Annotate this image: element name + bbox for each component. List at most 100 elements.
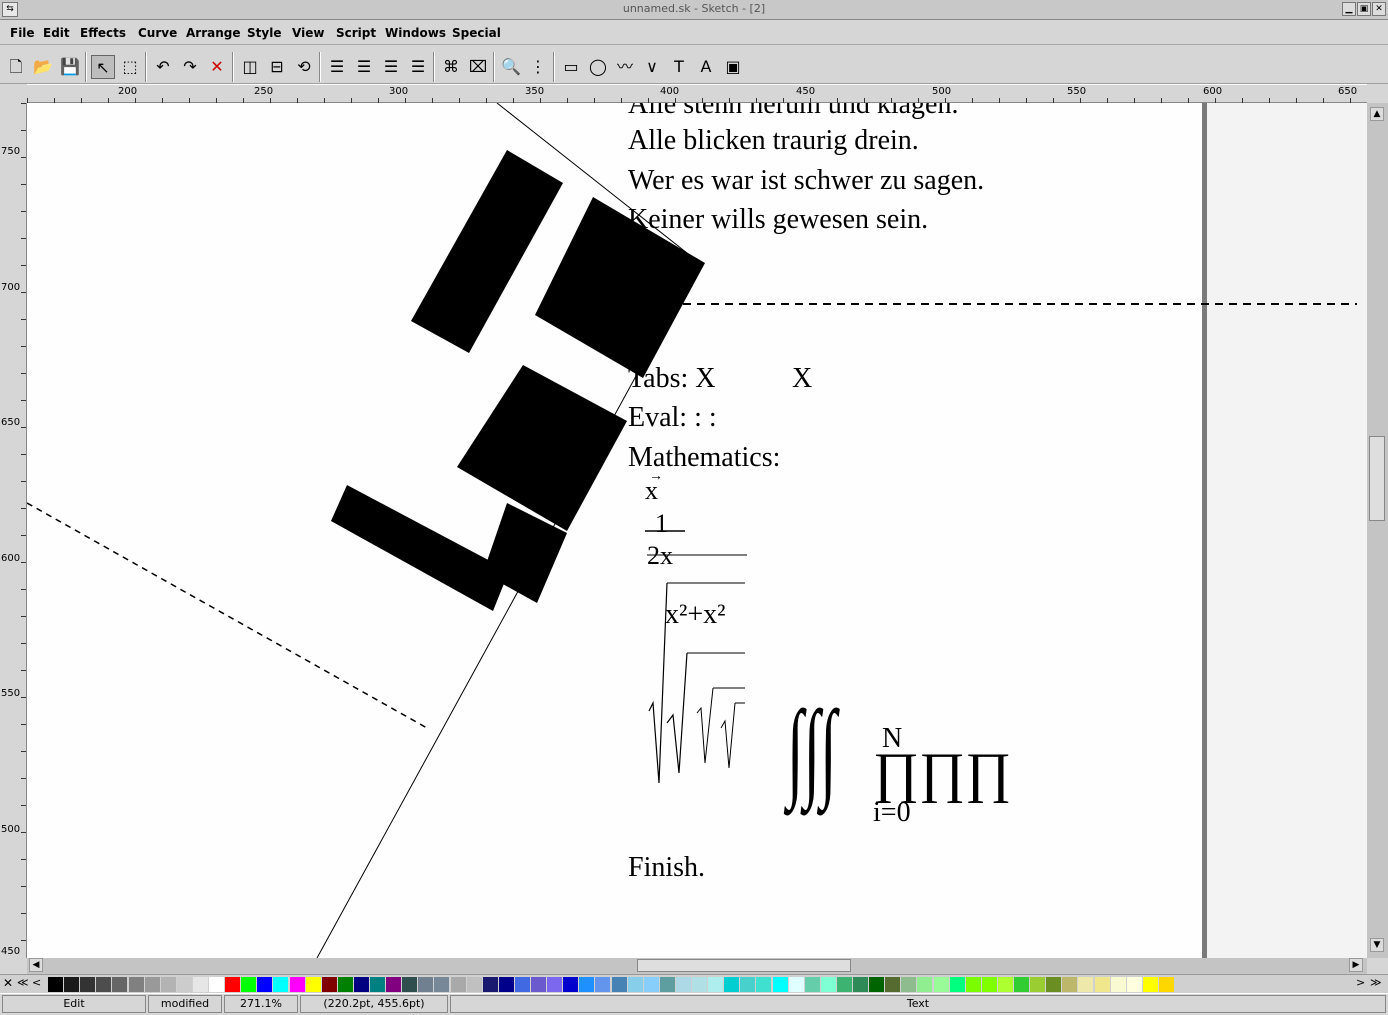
- color-swatch[interactable]: [869, 977, 885, 992]
- zoom-icon[interactable]: 🔍: [499, 55, 523, 79]
- group-icon[interactable]: ⌘: [439, 55, 463, 79]
- color-swatch[interactable]: [64, 977, 80, 992]
- horizontal-scroll-thumb[interactable]: [637, 959, 851, 972]
- color-swatch[interactable]: [112, 977, 128, 992]
- scroll-right-arrow-icon[interactable]: ▶: [1349, 958, 1363, 972]
- color-swatch[interactable]: [192, 977, 208, 992]
- color-swatch[interactable]: [225, 977, 241, 992]
- scroll-left-arrow-icon[interactable]: ◀: [29, 958, 43, 972]
- color-swatch[interactable]: [273, 977, 289, 992]
- edit-tool-icon[interactable]: ↖: [91, 55, 115, 79]
- color-swatch[interactable]: [836, 977, 852, 992]
- color-swatch[interactable]: [595, 977, 611, 992]
- color-swatch[interactable]: [611, 977, 627, 992]
- no-color-icon[interactable]: ✕: [3, 976, 13, 990]
- color-swatch[interactable]: [96, 977, 112, 992]
- color-swatch[interactable]: [853, 977, 868, 992]
- color-swatch[interactable]: [1030, 977, 1046, 992]
- color-swatch[interactable]: [482, 977, 498, 992]
- freehand-tool-icon[interactable]: 〰: [613, 55, 637, 79]
- color-swatch[interactable]: [1158, 977, 1174, 992]
- fraction-numerator[interactable]: 1: [655, 509, 668, 539]
- color-swatch[interactable]: [370, 977, 385, 992]
- vertical-scroll-thumb[interactable]: [1369, 436, 1385, 521]
- align-left-icon[interactable]: ☰: [325, 55, 349, 79]
- text-tool-icon[interactable]: T: [667, 55, 691, 79]
- color-swatch[interactable]: [563, 977, 579, 992]
- scroll-up-arrow-icon[interactable]: ▲: [1370, 107, 1384, 121]
- redo-icon[interactable]: ↷: [178, 55, 202, 79]
- color-swatch[interactable]: [144, 977, 160, 992]
- flip-horizontal-icon[interactable]: ◫: [238, 55, 262, 79]
- open-file-icon[interactable]: 📂: [31, 55, 55, 79]
- color-swatch[interactable]: [547, 977, 563, 992]
- color-swatch[interactable]: [724, 977, 740, 992]
- color-swatch[interactable]: [949, 977, 965, 992]
- color-swatch[interactable]: [386, 977, 402, 992]
- color-swatch[interactable]: [1126, 977, 1142, 992]
- vertical-scrollbar[interactable]: ▲ ▼: [1367, 103, 1388, 958]
- color-swatch[interactable]: [402, 977, 418, 992]
- finish-text[interactable]: Finish.: [628, 852, 705, 884]
- maximize-icon[interactable]: ▣: [1357, 2, 1371, 16]
- color-swatch[interactable]: [1046, 977, 1062, 992]
- menu-curve[interactable]: Curve: [138, 26, 177, 40]
- color-swatch[interactable]: [1142, 977, 1158, 992]
- menu-script[interactable]: Script: [336, 26, 376, 40]
- color-swatch[interactable]: [257, 977, 273, 992]
- palette-scroll-first-icon[interactable]: ≪: [17, 976, 29, 989]
- text-along-path-icon[interactable]: A: [694, 55, 718, 79]
- menu-file[interactable]: File: [10, 26, 35, 40]
- sqrt-expression[interactable]: x²+x²: [665, 599, 726, 631]
- select-tool-icon[interactable]: ⬚: [118, 55, 142, 79]
- color-swatch[interactable]: [289, 977, 305, 992]
- color-swatch[interactable]: [418, 977, 434, 992]
- color-swatch[interactable]: [997, 977, 1013, 992]
- poem-line[interactable]: Alle blicken traurig drein.: [628, 125, 919, 157]
- rotate-icon[interactable]: ⟲: [292, 55, 316, 79]
- delete-icon[interactable]: ✕: [205, 55, 229, 79]
- poem-line[interactable]: Alle stehn herum und klagen.: [628, 103, 958, 121]
- ungroup-icon[interactable]: ⌧: [466, 55, 490, 79]
- color-swatch[interactable]: [756, 977, 772, 992]
- color-swatch[interactable]: [353, 977, 369, 992]
- horizontal-scrollbar[interactable]: ◀ ▶: [27, 958, 1367, 974]
- drawing-canvas[interactable]: Alle stehn herum und klagen. Alle blicke…: [27, 103, 1367, 958]
- poem-line[interactable]: Keiner wills gewesen sein.: [628, 204, 928, 236]
- color-swatch[interactable]: [579, 977, 595, 992]
- color-swatch[interactable]: [128, 977, 144, 992]
- palette-scroll-right-icon[interactable]: >: [1356, 976, 1365, 989]
- align-justify-icon[interactable]: ☰: [406, 55, 430, 79]
- menu-special[interactable]: Special: [452, 26, 501, 40]
- menu-windows[interactable]: Windows: [385, 26, 446, 40]
- color-swatch[interactable]: [643, 977, 659, 992]
- color-swatch[interactable]: [48, 977, 63, 992]
- color-swatch[interactable]: [917, 977, 933, 992]
- rectangle-tool-icon[interactable]: ▭: [559, 55, 583, 79]
- image-tool-icon[interactable]: ▣: [721, 55, 745, 79]
- palette-scroll-last-icon[interactable]: ≫: [1370, 976, 1382, 989]
- align-right-icon[interactable]: ☰: [379, 55, 403, 79]
- color-swatch[interactable]: [1094, 977, 1110, 992]
- save-file-icon[interactable]: 💾: [58, 55, 82, 79]
- color-swatch[interactable]: [772, 977, 788, 992]
- color-swatch[interactable]: [80, 977, 96, 992]
- new-file-icon[interactable]: 🗋: [4, 55, 28, 79]
- tabs-value[interactable]: X: [792, 363, 812, 395]
- flip-vertical-icon[interactable]: ⊟: [265, 55, 289, 79]
- eval-text[interactable]: Eval: : :: [628, 402, 717, 434]
- color-swatch[interactable]: [788, 977, 804, 992]
- color-swatch[interactable]: [675, 977, 691, 992]
- color-swatch[interactable]: [981, 977, 997, 992]
- color-swatch[interactable]: [514, 977, 530, 992]
- align-center-icon[interactable]: ☰: [352, 55, 376, 79]
- ellipse-tool-icon[interactable]: ◯: [586, 55, 610, 79]
- color-swatch[interactable]: [1062, 977, 1078, 992]
- poem-line[interactable]: Wer es war ist schwer zu sagen.: [628, 165, 984, 197]
- grid-icon[interactable]: ⋮: [526, 55, 550, 79]
- polyline-tool-icon[interactable]: ∨: [640, 55, 664, 79]
- color-swatch[interactable]: [209, 977, 224, 992]
- close-icon[interactable]: ✕: [1372, 2, 1386, 16]
- color-swatch[interactable]: [160, 977, 176, 992]
- color-swatch[interactable]: [434, 977, 450, 992]
